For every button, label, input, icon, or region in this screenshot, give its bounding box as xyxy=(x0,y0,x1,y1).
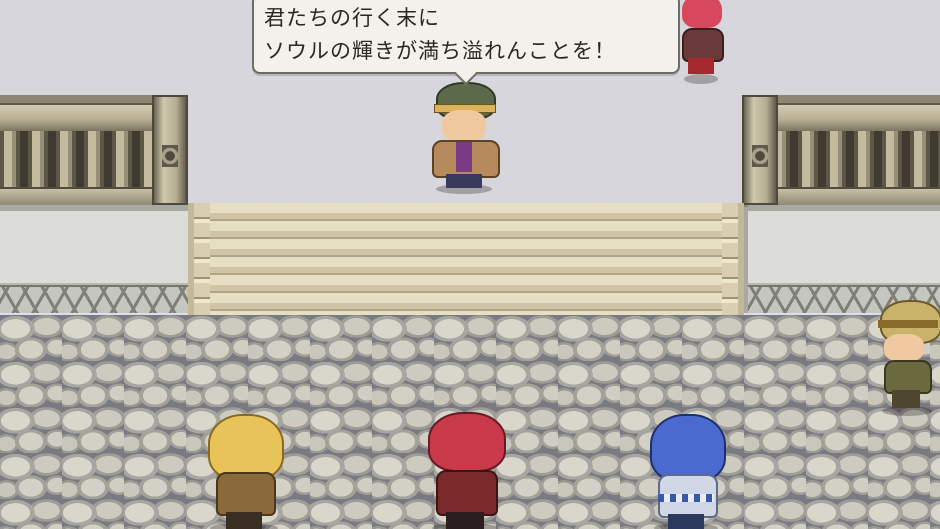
left-balustrade xyxy=(0,95,188,207)
right-balustrade-post xyxy=(742,95,778,205)
dialogue-line-2: ソウルの輝きが満ち溢れんことを！ xyxy=(264,39,616,63)
dialogue-line-1: 君たちの行く末に xyxy=(264,6,440,30)
npc-speaker-elder[interactable] xyxy=(428,82,500,194)
left-balustrade-post xyxy=(152,95,188,205)
right-wall xyxy=(748,205,940,315)
game-scene[interactable]: 君たちの行く末に ソウルの輝きが満ち溢れんことを！ xyxy=(0,0,940,529)
right-balustrade xyxy=(742,95,940,207)
party-blue-hero[interactable] xyxy=(646,414,726,529)
dialogue-bubble[interactable]: 君たちの行く末に ソウルの輝きが満ち溢れんことを！ xyxy=(252,0,680,74)
left-wall xyxy=(0,205,188,315)
npc-right-visitor[interactable] xyxy=(874,300,940,416)
npc-red-haired-top[interactable] xyxy=(676,0,726,84)
party-blonde-hero[interactable] xyxy=(202,414,286,529)
party-red-hero[interactable] xyxy=(424,412,506,529)
stone-staircase[interactable] xyxy=(188,203,744,315)
